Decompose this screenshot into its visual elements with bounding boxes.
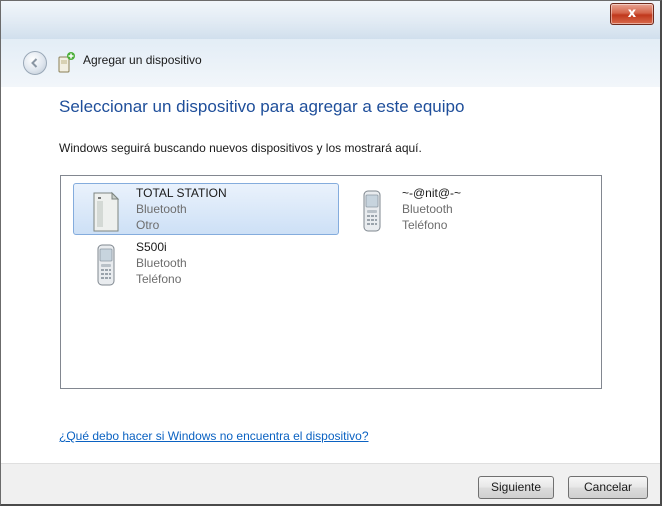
device-category: Teléfono xyxy=(136,272,182,286)
window-title: Agregar un dispositivo xyxy=(83,53,202,67)
phone-icon xyxy=(363,190,381,232)
add-device-window: x Agregar un dispositivo Seleccionar un … xyxy=(0,0,662,506)
device-connection: Bluetooth xyxy=(136,202,187,216)
device-item-s500i[interactable]: S500i Bluetooth Teléfono xyxy=(73,237,339,289)
device-connection: Bluetooth xyxy=(402,202,453,216)
help-link[interactable]: ¿Qué debo hacer si Windows no encuentra … xyxy=(59,429,369,443)
back-arrow-icon xyxy=(31,58,38,68)
next-button[interactable]: Siguiente xyxy=(478,476,554,499)
content-area: Seleccionar un dispositivo para agregar … xyxy=(1,87,660,463)
add-device-icon xyxy=(58,52,75,73)
device-item-anita-phone[interactable]: ~-@nit@-~ Bluetooth Teléfono xyxy=(339,183,605,235)
page-heading: Seleccionar un dispositivo para agregar … xyxy=(59,97,465,116)
device-category: Teléfono xyxy=(402,218,448,232)
close-button[interactable]: x xyxy=(610,3,654,25)
close-icon: x xyxy=(627,6,637,21)
back-button[interactable] xyxy=(23,51,47,75)
generic-device-icon xyxy=(93,191,120,232)
device-item-total-station[interactable]: TOTAL STATION Bluetooth Otro xyxy=(73,183,339,235)
footer-bar: Siguiente Cancelar xyxy=(1,463,660,504)
page-description: Windows seguirá buscando nuevos disposit… xyxy=(59,141,422,155)
device-connection: Bluetooth xyxy=(136,256,187,270)
phone-icon xyxy=(97,244,115,286)
device-list[interactable]: TOTAL STATION Bluetooth Otro ~-@nit@-~ B… xyxy=(60,175,602,389)
cancel-button[interactable]: Cancelar xyxy=(568,476,648,499)
device-category: Otro xyxy=(136,218,160,232)
device-name: ~-@nit@-~ xyxy=(402,186,462,200)
device-name: S500i xyxy=(136,240,167,254)
device-name: TOTAL STATION xyxy=(136,186,227,200)
